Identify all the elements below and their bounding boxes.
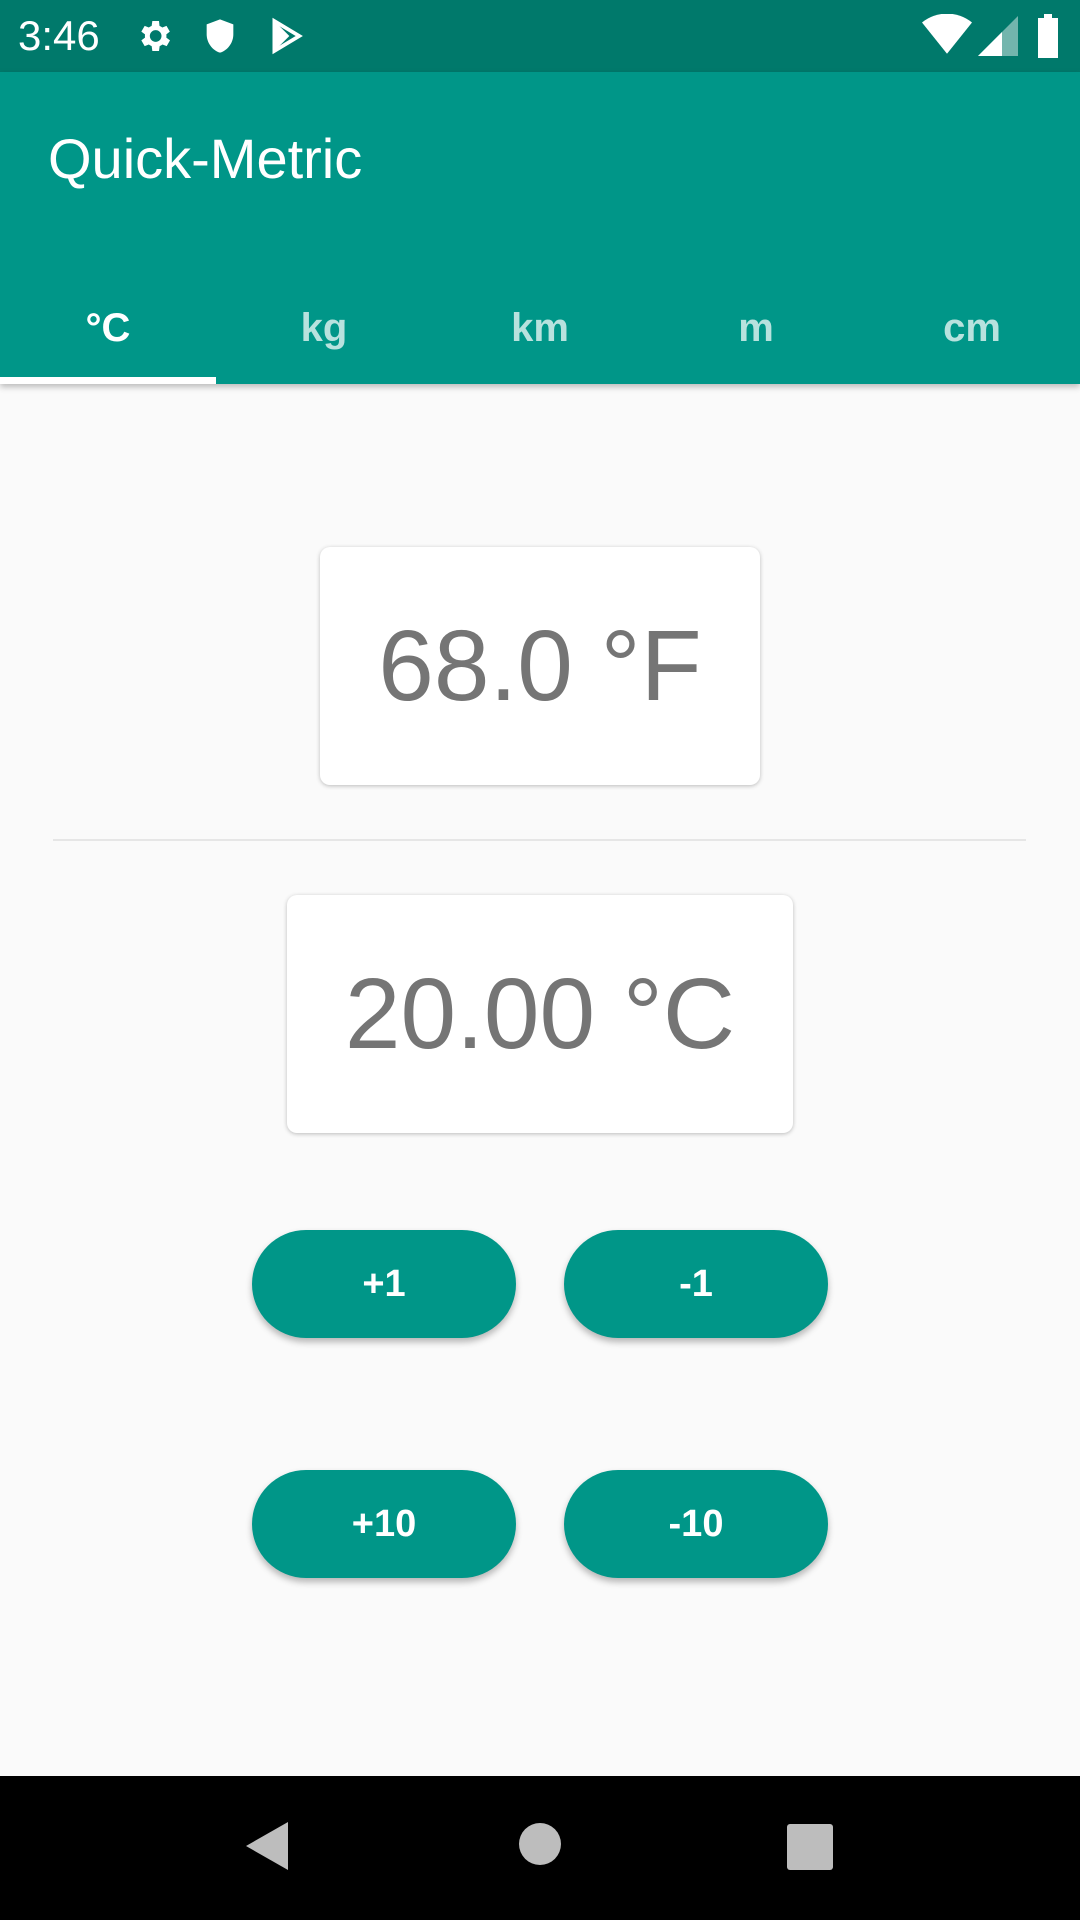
signal-icon — [978, 16, 1018, 61]
shield-icon — [200, 14, 240, 63]
tab-kg[interactable]: kg — [216, 272, 432, 384]
plus-one-button[interactable]: +1 — [252, 1230, 516, 1338]
status-bar: 3:46 — [0, 0, 1080, 72]
tab-km[interactable]: km — [432, 272, 648, 384]
divider — [53, 839, 1026, 841]
fahrenheit-value-card: 68.0 °F — [320, 547, 760, 785]
tab-m[interactable]: m — [648, 272, 864, 384]
play-store-icon — [266, 14, 306, 63]
minus-ten-button[interactable]: -10 — [564, 1470, 828, 1578]
navigation-bar — [0, 1776, 1080, 1920]
tab-cm[interactable]: cm — [864, 272, 1080, 384]
status-time: 3:46 — [18, 12, 100, 59]
tab-celsius[interactable]: °C — [0, 272, 216, 384]
back-icon[interactable] — [244, 1820, 292, 1877]
plus-ten-button[interactable]: +10 — [252, 1470, 516, 1578]
unit-tabs: °C kg km m cm — [0, 272, 1080, 384]
fahrenheit-value: 68.0 °F — [378, 609, 702, 722]
celsius-value-card[interactable]: 20.00 °C — [287, 895, 793, 1133]
recents-icon[interactable] — [787, 1824, 833, 1875]
wifi-icon — [922, 13, 972, 61]
home-icon[interactable] — [518, 1822, 562, 1871]
app-title: Quick-Metric — [48, 127, 363, 190]
settings-icon — [134, 14, 174, 63]
app-bar: Quick-Metric °C kg km m cm — [0, 72, 1080, 384]
battery-icon — [1036, 14, 1060, 63]
minus-one-button[interactable]: -1 — [564, 1230, 828, 1338]
celsius-value: 20.00 °C — [344, 957, 736, 1070]
